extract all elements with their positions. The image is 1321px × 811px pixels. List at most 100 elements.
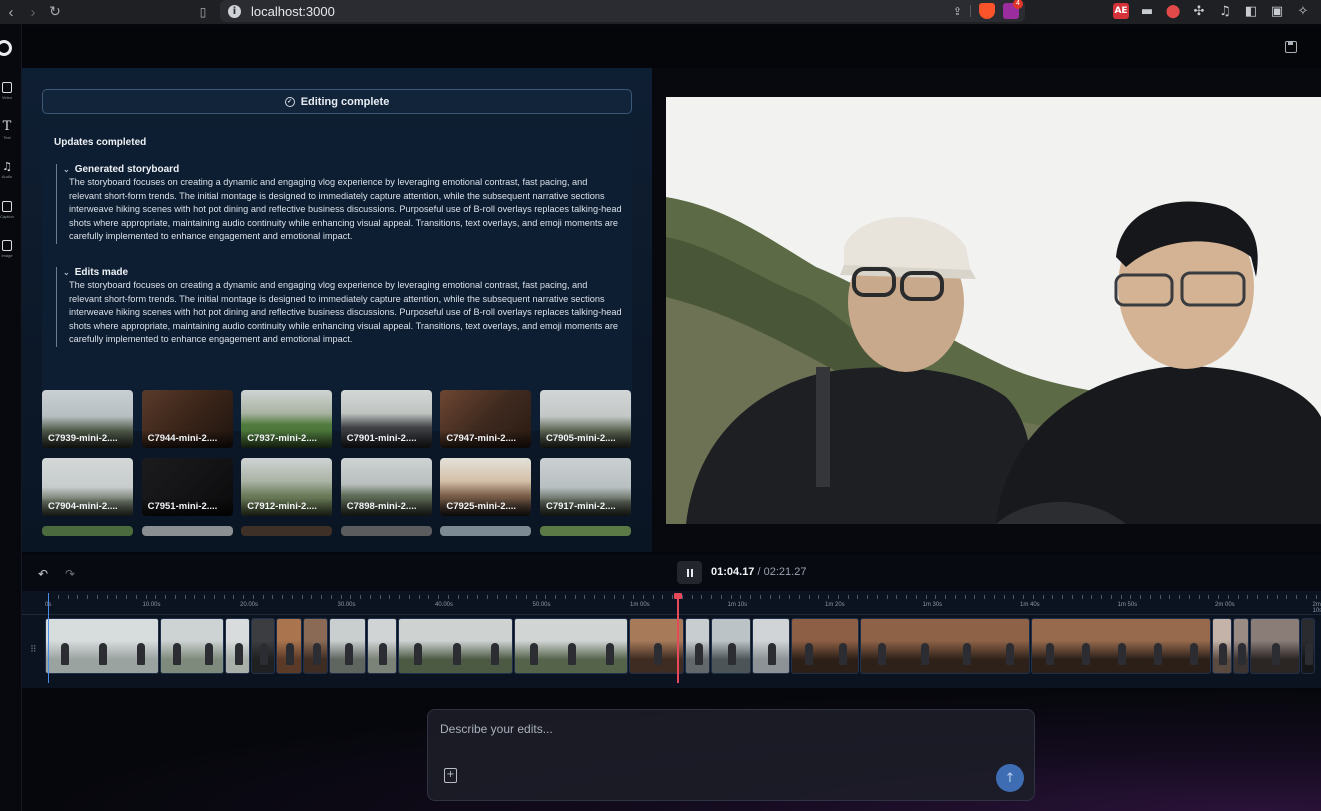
brave-shields-icon[interactable] <box>979 3 995 19</box>
timeline-clip[interactable] <box>367 618 397 674</box>
media-clip[interactable]: C7904-mini-2.... <box>42 458 133 516</box>
edit-prompt-input[interactable] <box>440 720 1000 738</box>
ruler-tick <box>330 595 332 599</box>
timeline-clip[interactable] <box>1212 618 1232 674</box>
bookmark-icon[interactable]: ▯ <box>192 1 214 23</box>
extension-icon[interactable]: ▬ <box>1139 3 1155 19</box>
media-clip[interactable]: C7917-mini-2.... <box>539 458 631 516</box>
ruler-tick <box>1140 595 1141 599</box>
timeline-clip[interactable] <box>303 618 328 674</box>
rail-item-audio[interactable]: ♫ Audio <box>0 161 14 179</box>
ruler-tick <box>535 595 537 599</box>
media-clip[interactable] <box>141 526 233 536</box>
ruler-tick <box>408 595 410 599</box>
timeline-clip[interactable] <box>514 618 628 674</box>
timeline-clip[interactable] <box>398 618 513 674</box>
media-clip[interactable]: C7901-mini-2.... <box>340 390 432 448</box>
share-icon[interactable]: ⇪ <box>953 5 962 18</box>
brave-rewards-icon[interactable]: 4 <box>1003 0 1023 19</box>
media-clip[interactable] <box>340 526 432 536</box>
ruler-tick <box>555 595 556 599</box>
current-time: 01:04.17 <box>711 566 755 578</box>
media-clip[interactable] <box>241 526 333 536</box>
editing-status-button[interactable]: ✓ Editing complete <box>42 89 632 114</box>
timeline-clip[interactable] <box>1233 618 1249 674</box>
media-clip[interactable]: C7905-mini-2.... <box>539 390 631 448</box>
timeline-clip[interactable] <box>711 618 751 674</box>
timeline-clip[interactable] <box>45 618 159 674</box>
media-clip[interactable]: C7951-mini-2.... <box>141 458 233 516</box>
media-clip[interactable] <box>42 526 133 536</box>
redo-icon[interactable]: ↷ <box>65 567 75 581</box>
time-ruler[interactable]: 0s10.00s20.00s30.00s40.00s50.00s1m 00s1m… <box>22 591 1321 615</box>
timeline-clip[interactable] <box>160 618 224 674</box>
site-info-icon[interactable]: i <box>228 4 241 18</box>
chevron-down-icon: ⌄ <box>63 268 70 277</box>
media-clip[interactable]: C7912-mini-2.... <box>241 458 333 516</box>
ruler-tick <box>418 595 420 599</box>
ruler-tick <box>837 595 839 599</box>
timeline-clip[interactable] <box>1301 618 1315 674</box>
drag-handle-icon[interactable]: ⠿ <box>30 644 37 655</box>
playhead[interactable] <box>674 593 682 683</box>
section-header[interactable]: ⌄ Edits made <box>63 267 622 278</box>
timeline-clip[interactable] <box>276 618 302 674</box>
timeline-clip[interactable] <box>1031 618 1211 674</box>
reload-icon[interactable]: ↻ <box>44 1 66 23</box>
media-clip[interactable] <box>539 526 631 536</box>
media-clip[interactable]: C7947-mini-2.... <box>440 390 532 448</box>
address-bar[interactable]: i localhost:3000 ⇪ 4 <box>220 0 1025 22</box>
pause-button[interactable] <box>677 561 702 584</box>
ruler-tick <box>779 595 781 599</box>
app-header <box>22 28 1321 68</box>
ruler-tick <box>87 595 88 599</box>
media-clip[interactable] <box>440 526 532 536</box>
ruler-tick <box>145 595 147 599</box>
save-icon[interactable] <box>1285 41 1297 53</box>
media-clip[interactable]: C7898-mini-2.... <box>340 458 432 516</box>
forward-icon[interactable]: › <box>22 1 44 23</box>
clip-frame-figure <box>260 643 268 665</box>
timeline-clip[interactable] <box>791 618 859 674</box>
timeline-clip[interactable] <box>329 618 366 674</box>
timeline-clip[interactable] <box>251 618 275 674</box>
rail-label: Video <box>1 95 13 100</box>
section-header[interactable]: ⌄ Generated storyboard <box>63 164 622 175</box>
media-clip[interactable]: C7939-mini-2.... <box>42 390 133 448</box>
back-icon[interactable]: ‹ <box>0 1 22 23</box>
ruler-tick <box>233 595 235 599</box>
clip-name: C7898-mini-2.... <box>340 498 432 516</box>
timeline-clip[interactable] <box>629 618 684 674</box>
ruler-tick <box>311 595 313 599</box>
timeline-clip[interactable] <box>752 618 790 674</box>
leo-ai-icon[interactable]: ✧ <box>1295 3 1311 19</box>
timeline-clip[interactable] <box>1250 618 1300 674</box>
timeline-clip[interactable] <box>860 618 1030 674</box>
media-clip[interactable]: C7937-mini-2.... <box>241 390 333 448</box>
media-clip[interactable]: C7925-mini-2.... <box>440 458 532 516</box>
ruler-tick <box>467 595 469 599</box>
undo-icon[interactable]: ↶ <box>38 567 48 581</box>
video-preview[interactable] <box>666 97 1321 524</box>
rail-item-image[interactable]: Image <box>0 240 14 258</box>
adobe-extension-icon[interactable]: AE <box>1113 3 1129 19</box>
timeline-clip[interactable] <box>225 618 250 674</box>
wallet-icon[interactable]: ▣ <box>1269 3 1285 19</box>
music-icon[interactable]: ♫ <box>1217 3 1233 19</box>
rail-item-text[interactable]: T Text <box>0 120 14 140</box>
add-file-icon[interactable]: + <box>444 768 457 783</box>
rail-item-video[interactable]: Video <box>0 82 14 100</box>
puzzle-icon[interactable]: ✣ <box>1191 3 1207 19</box>
timeline[interactable]: 0s10.00s20.00s30.00s40.00s50.00s1m 00s1m… <box>22 591 1321 688</box>
media-clip[interactable]: C7944-mini-2.... <box>141 390 233 448</box>
ruler-tick <box>1305 595 1307 599</box>
timeline-clip[interactable] <box>685 618 710 674</box>
send-button[interactable]: ↑ <box>996 764 1024 792</box>
ruler-tick <box>155 595 157 599</box>
clip-frame-figure <box>173 643 181 665</box>
sidebar-icon[interactable]: ◧ <box>1243 3 1259 19</box>
record-extension-icon[interactable]: ⬤ <box>1165 3 1181 19</box>
ruler-tick <box>1013 595 1015 599</box>
ruler-tick <box>116 595 118 599</box>
rail-item-caption[interactable]: Caption <box>0 201 14 219</box>
